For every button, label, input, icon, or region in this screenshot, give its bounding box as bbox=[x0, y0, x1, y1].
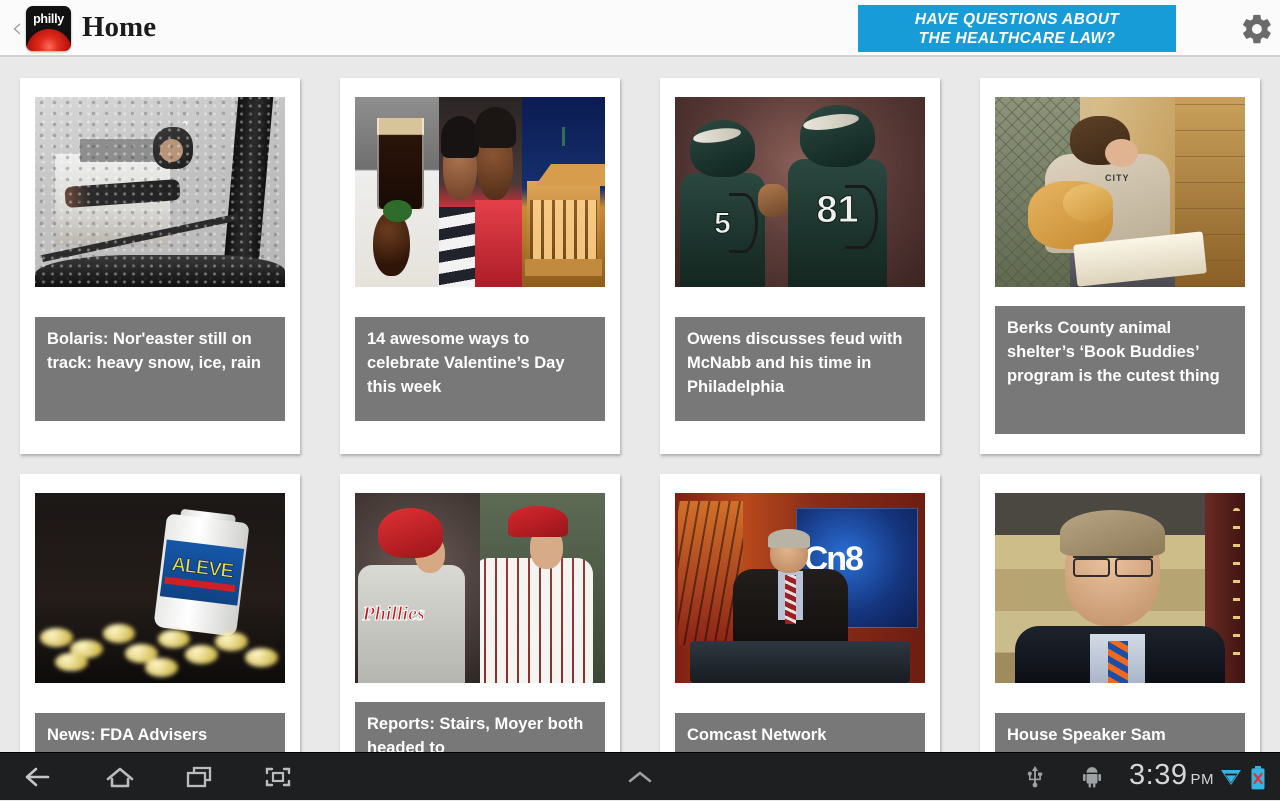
clock-ampm: PM bbox=[1190, 771, 1214, 788]
snowy-windshield-photo bbox=[35, 97, 285, 287]
app-header: ‹ philly Home HAVE QUESTIONS ABOUT THE H… bbox=[0, 0, 1280, 57]
boy-reading-to-cat-photo: CITY bbox=[995, 97, 1245, 287]
article-card[interactable]: Cn8 Comcast Network bbox=[660, 474, 940, 752]
article-card-caption: Berks County animal shelter’s ‘Book Budd… bbox=[995, 306, 1245, 434]
article-card[interactable]: 14 awesome ways to celebrate Valentine’s… bbox=[340, 78, 620, 454]
article-card[interactable]: 5 81 Owens discusses feud with McNabb an… bbox=[660, 78, 940, 454]
phillies-wordmark: Phillies bbox=[362, 603, 425, 626]
philly-logo-dome bbox=[26, 29, 71, 51]
article-card-caption: Reports: Stairs, Moyer both headed to bbox=[355, 702, 605, 752]
status-clock[interactable]: 3:39 PM bbox=[1129, 759, 1214, 792]
chevron-up-icon[interactable] bbox=[612, 761, 668, 793]
phillies-players-photo: Phillies bbox=[355, 493, 605, 683]
cn8-anchor-photo: Cn8 bbox=[675, 493, 925, 683]
usb-icon bbox=[1024, 765, 1046, 794]
wifi-icon bbox=[1220, 767, 1242, 792]
article-card[interactable]: CITY Berks County animal shelter’s ‘Book… bbox=[980, 78, 1260, 454]
home-icon[interactable] bbox=[92, 761, 148, 793]
screenshot-icon[interactable] bbox=[250, 761, 306, 793]
article-card-caption: Owens discusses feud with McNabb and his… bbox=[675, 317, 925, 421]
aleve-bottle-photo: ALEVE bbox=[35, 493, 285, 683]
article-card-caption: 14 awesome ways to celebrate Valentine’s… bbox=[355, 317, 605, 421]
clock-time: 3:39 bbox=[1129, 759, 1188, 791]
android-debug-icon bbox=[1080, 765, 1104, 794]
article-card-caption: House Speaker Sam bbox=[995, 713, 1245, 752]
article-card-grid[interactable]: Bolaris: Nor'easter still on track: heav… bbox=[0, 59, 1280, 752]
article-card-caption: Comcast Network bbox=[675, 713, 925, 752]
valentines-triptych-photo bbox=[355, 97, 605, 287]
battery-error-icon bbox=[1248, 765, 1268, 796]
gear-icon[interactable] bbox=[1238, 12, 1276, 46]
hoodie-word: CITY bbox=[1105, 173, 1130, 183]
philly-logo-icon[interactable]: philly bbox=[26, 6, 71, 51]
ad-line-1: HAVE QUESTIONS ABOUT bbox=[914, 11, 1120, 28]
page-title: Home bbox=[82, 11, 157, 43]
article-card[interactable]: House Speaker Sam bbox=[980, 474, 1260, 752]
healthcare-ad-banner[interactable]: HAVE QUESTIONS ABOUT THE HEALTHCARE LAW? bbox=[858, 5, 1176, 52]
back-arrow-icon[interactable] bbox=[12, 761, 68, 793]
article-card[interactable]: ALEVE News: FDA Advisers bbox=[20, 474, 300, 752]
recent-apps-icon[interactable] bbox=[172, 761, 228, 793]
article-card-caption: News: FDA Advisers bbox=[35, 713, 285, 752]
speaker-portrait-photo bbox=[995, 493, 1245, 683]
eagles-players-photo: 5 81 bbox=[675, 97, 925, 287]
article-card-caption: Bolaris: Nor'easter still on track: heav… bbox=[35, 317, 285, 421]
ad-line-2: THE HEALTHCARE LAW? bbox=[918, 30, 1116, 47]
philly-logo-word: philly bbox=[33, 12, 64, 26]
android-system-bar: 3:39 PM bbox=[0, 752, 1280, 800]
article-card[interactable]: Phillies Reports: Stairs, Moyer both hea… bbox=[340, 474, 620, 752]
article-card[interactable]: Bolaris: Nor'easter still on track: heav… bbox=[20, 78, 300, 454]
